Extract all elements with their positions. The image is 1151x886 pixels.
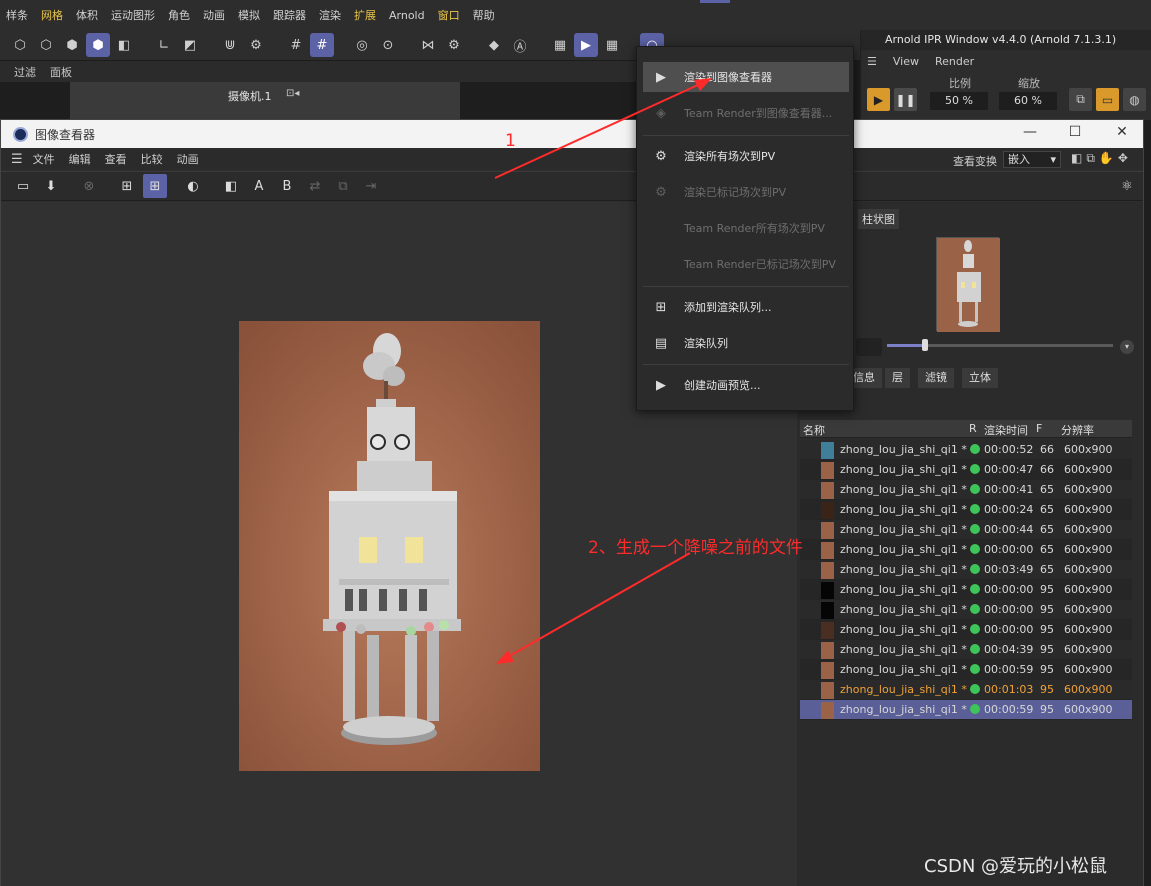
annotation-arrowhead-2 <box>496 650 514 664</box>
annotation-step-1: 1 <box>505 131 516 151</box>
annotation-step-2: 2、生成一个降噪之前的文件 <box>588 538 803 558</box>
watermark: CSDN @爱玩的小松鼠 <box>924 856 1108 877</box>
annotation-arrow-2 <box>505 552 691 659</box>
annotation-arrows <box>494 78 712 664</box>
annotation-arrow-1 <box>494 83 701 179</box>
annotation-arrowhead-1 <box>694 78 712 91</box>
